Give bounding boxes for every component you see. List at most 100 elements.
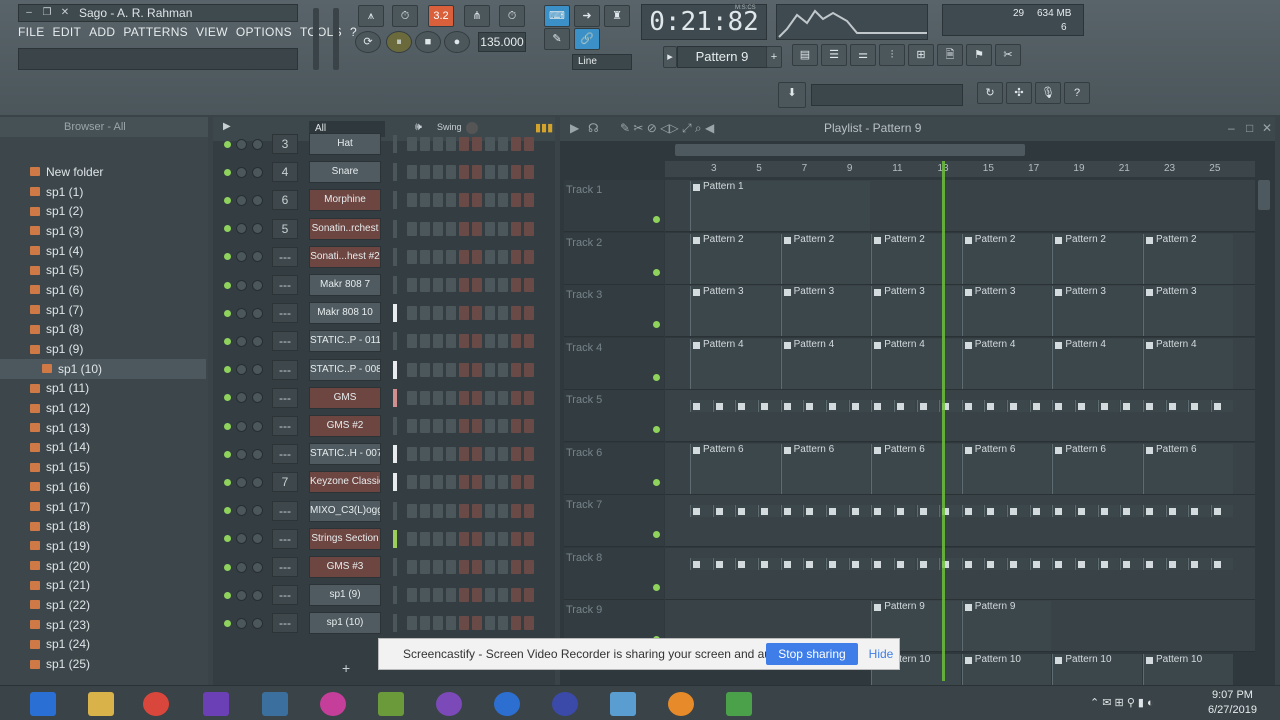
- file-icon[interactable]: 🗎: [937, 44, 963, 66]
- pattern-clip[interactable]: [848, 400, 871, 412]
- mixer-track-number[interactable]: ---: [272, 246, 298, 267]
- step-button[interactable]: [433, 503, 443, 518]
- step-button[interactable]: [433, 306, 443, 321]
- step-button[interactable]: [524, 588, 534, 603]
- pattern-clip[interactable]: [757, 557, 780, 570]
- timeline-ruler[interactable]: 35791113151719212325: [665, 161, 1255, 177]
- step-button[interactable]: [420, 419, 430, 434]
- step-button[interactable]: [420, 137, 430, 152]
- step-button[interactable]: [498, 588, 508, 603]
- step-button[interactable]: [459, 362, 469, 377]
- step-button[interactable]: [498, 278, 508, 293]
- step-button[interactable]: [511, 503, 521, 518]
- step-button[interactable]: [407, 475, 417, 490]
- step-button[interactable]: [511, 531, 521, 546]
- step-button[interactable]: [472, 475, 482, 490]
- step-button[interactable]: [485, 419, 495, 434]
- step-button[interactable]: [407, 278, 417, 293]
- channel-name-button[interactable]: STATIC..P - 011: [309, 330, 381, 353]
- step-button[interactable]: [524, 306, 534, 321]
- step-button[interactable]: [446, 221, 456, 236]
- channel-name-button[interactable]: GMS: [309, 386, 381, 409]
- pan-knob[interactable]: [236, 335, 247, 347]
- step-button[interactable]: [472, 193, 482, 208]
- pattern-clip[interactable]: Pattern 3: [690, 286, 780, 336]
- step-button[interactable]: [407, 362, 417, 377]
- pattern-clip[interactable]: Pattern 4: [961, 338, 1052, 389]
- track-lane[interactable]: [665, 390, 1255, 442]
- pause-button[interactable]: ⏸: [386, 31, 412, 53]
- firefox-icon[interactable]: [494, 692, 520, 716]
- volume-knob[interactable]: [252, 307, 263, 319]
- step-button[interactable]: [420, 306, 430, 321]
- track-lane[interactable]: [665, 547, 1255, 600]
- browser-item[interactable]: sp1 (8): [0, 320, 206, 340]
- step-button[interactable]: [407, 221, 417, 236]
- volume-knob[interactable]: [252, 251, 263, 263]
- mute-led[interactable]: [224, 140, 231, 148]
- record-button[interactable]: ●: [444, 31, 470, 53]
- step-button[interactable]: [459, 560, 469, 575]
- step-button[interactable]: [446, 249, 456, 264]
- step-button[interactable]: [459, 531, 469, 546]
- step-button[interactable]: [485, 165, 495, 180]
- pattern-clip[interactable]: Pattern 10: [961, 653, 1052, 685]
- pattern-prev-icon[interactable]: ▸: [663, 46, 677, 68]
- pattern-clip[interactable]: [690, 505, 712, 517]
- volume-knob[interactable]: [252, 533, 263, 545]
- step-button[interactable]: [433, 193, 443, 208]
- step-button[interactable]: [407, 616, 417, 631]
- step-button[interactable]: [472, 560, 482, 575]
- stop-sharing-button[interactable]: Stop sharing: [766, 643, 858, 665]
- step-button[interactable]: [407, 390, 417, 405]
- track-header[interactable]: Track 8: [564, 547, 664, 600]
- steps-icon[interactable]: ♜: [604, 5, 630, 27]
- channel-select-bar[interactable]: [393, 247, 397, 266]
- volume-knob[interactable]: [252, 223, 263, 235]
- step-button[interactable]: [446, 193, 456, 208]
- step-button[interactable]: [511, 362, 521, 377]
- step-button[interactable]: [459, 221, 469, 236]
- step-button[interactable]: [511, 588, 521, 603]
- step-button[interactable]: [433, 475, 443, 490]
- pattern-clip[interactable]: [712, 557, 735, 570]
- step-button[interactable]: [524, 221, 534, 236]
- pan-knob[interactable]: [236, 420, 247, 432]
- step-button[interactable]: [524, 419, 534, 434]
- channel-select-bar[interactable]: [393, 135, 397, 154]
- visual-studio-icon[interactable]: [203, 692, 229, 716]
- menu-item-options[interactable]: OPTIONS: [236, 25, 292, 43]
- mixer-track-number[interactable]: ---: [272, 528, 298, 549]
- step-button[interactable]: [498, 390, 508, 405]
- step-button[interactable]: [485, 221, 495, 236]
- step-button[interactable]: [420, 560, 430, 575]
- browser-item[interactable]: sp1 (5): [0, 260, 206, 280]
- wrench-icon[interactable]: ✂: [995, 44, 1021, 66]
- step-button[interactable]: [459, 588, 469, 603]
- pattern-clip[interactable]: [1165, 505, 1188, 517]
- channel-select-bar[interactable]: [393, 304, 397, 323]
- add-pattern-button[interactable]: +: [766, 46, 782, 68]
- minimize-icon[interactable]: –: [22, 6, 36, 19]
- menu-item-edit[interactable]: EDIT: [53, 25, 82, 43]
- notepad-icon[interactable]: [378, 692, 404, 716]
- channel-select-bar[interactable]: [393, 219, 397, 238]
- step-button[interactable]: [524, 278, 534, 293]
- step-edit-icon[interactable]: ⋔: [464, 5, 490, 27]
- metronome-icon[interactable]: ⩚: [358, 5, 384, 27]
- browser-item[interactable]: sp1 (13): [0, 418, 206, 438]
- track-header[interactable]: Track 5: [564, 390, 664, 442]
- step-button[interactable]: [420, 616, 430, 631]
- step-button[interactable]: [472, 390, 482, 405]
- step-button[interactable]: [407, 503, 417, 518]
- pattern-clip[interactable]: [825, 505, 848, 517]
- mixer-track-number[interactable]: 6: [272, 190, 298, 211]
- step-button[interactable]: [524, 560, 534, 575]
- itunes-icon[interactable]: [320, 692, 346, 716]
- pattern-clip[interactable]: [1188, 557, 1210, 570]
- step-button[interactable]: [446, 390, 456, 405]
- pattern-clip[interactable]: [712, 400, 735, 412]
- step-button[interactable]: [446, 447, 456, 462]
- mixer-track-number[interactable]: 7: [272, 472, 298, 493]
- pattern-clip[interactable]: Pattern 2: [961, 233, 1052, 284]
